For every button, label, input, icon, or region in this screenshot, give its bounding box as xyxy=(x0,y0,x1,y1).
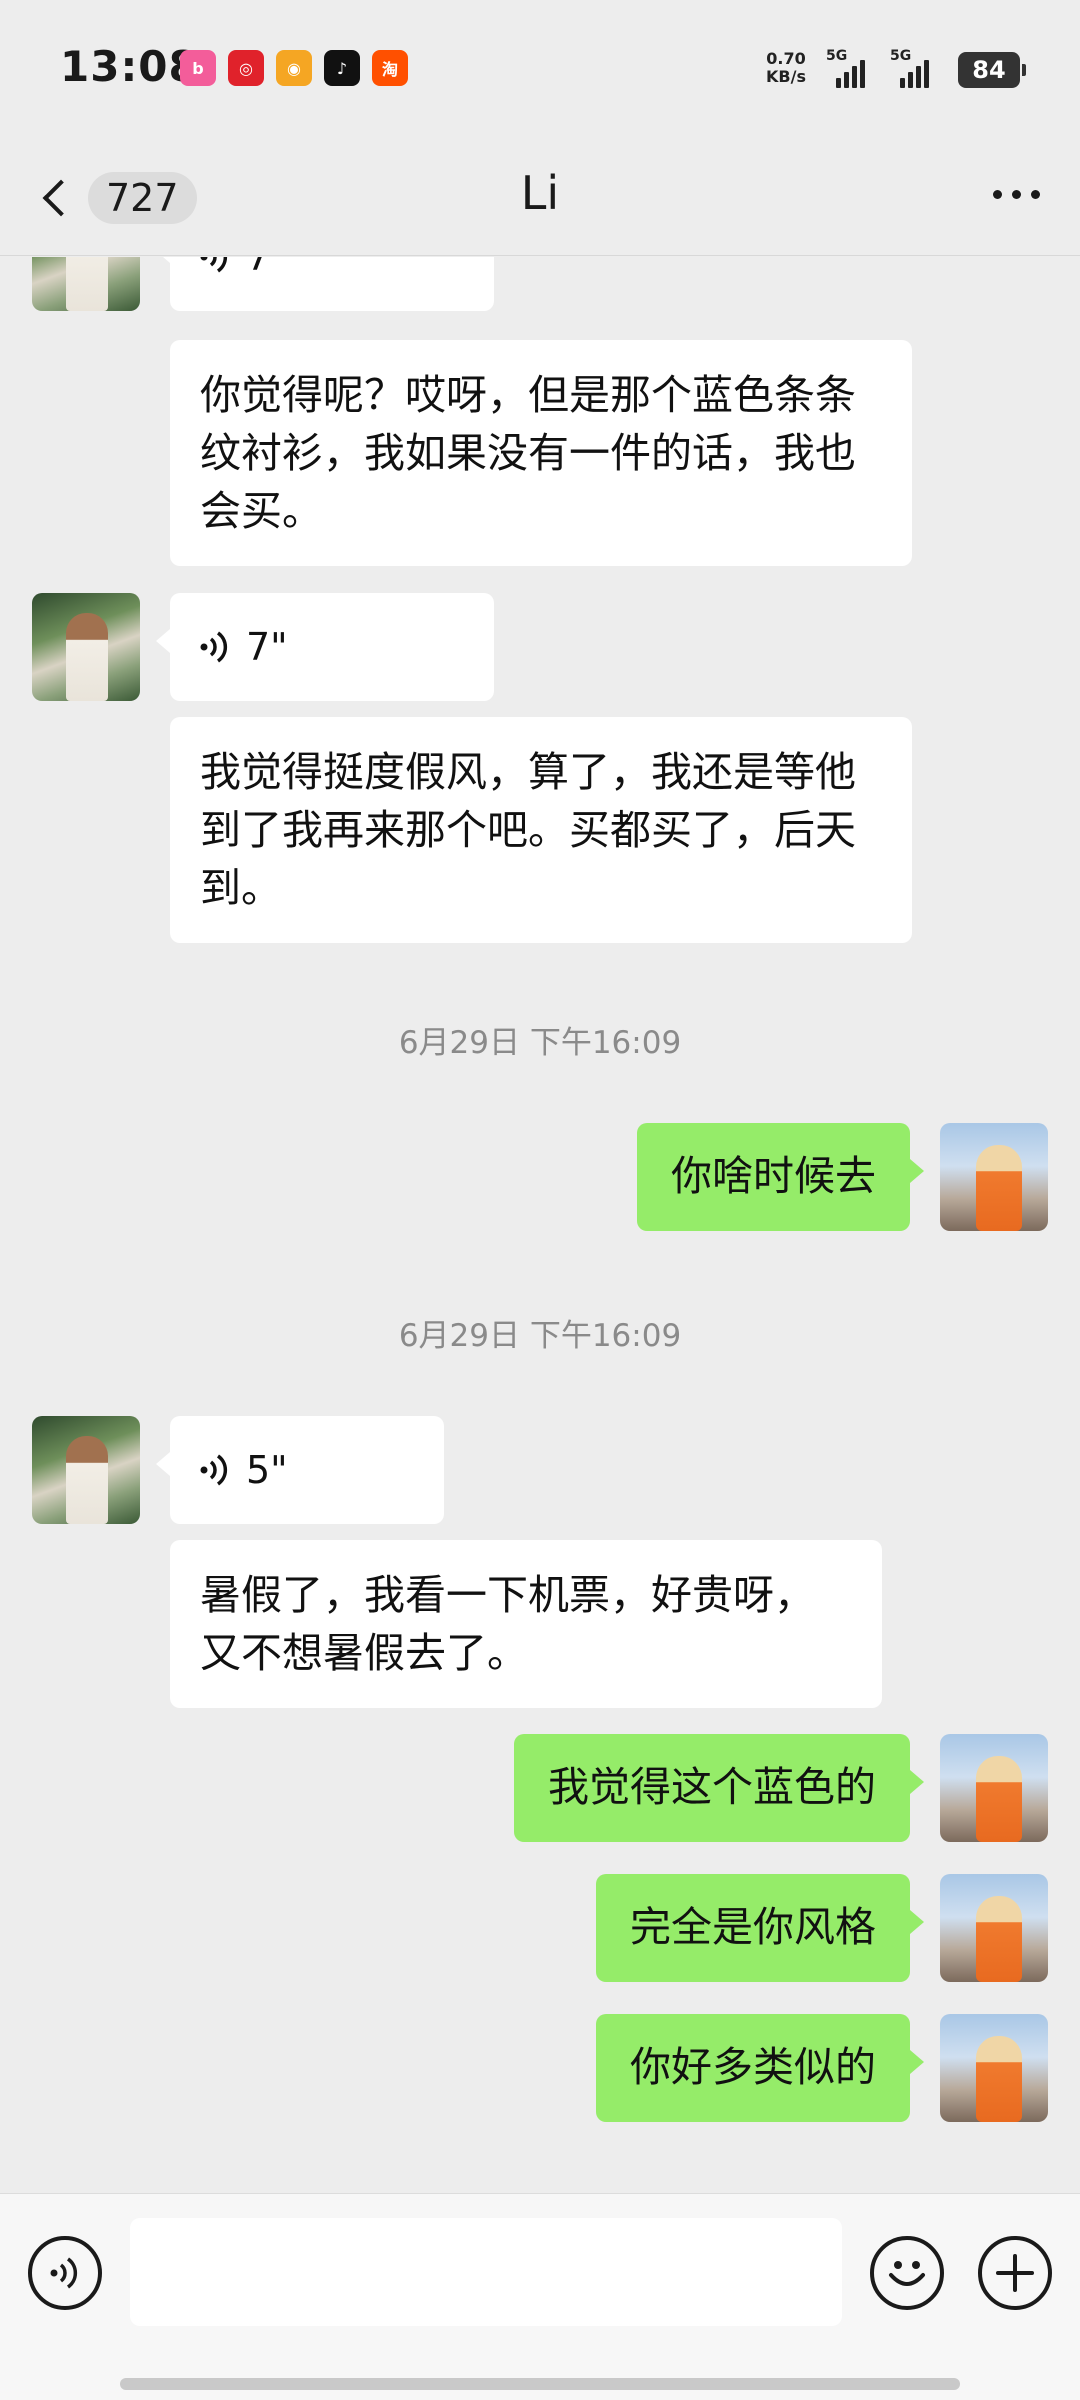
voice-wave-icon xyxy=(200,631,228,663)
sent-text-message[interactable]: 你啥时候去 xyxy=(637,1123,924,1231)
network-speed-value: 0.70 xyxy=(766,49,806,68)
voice-duration: 7" xyxy=(246,625,288,669)
signal-2-icon: 5G xyxy=(890,48,929,88)
chat-screen: 13:08 b ◎ ◉ ♪ 淘 0.70 KB/s 5G 5G 84 727 L… xyxy=(0,0,1080,2400)
signal-2-label: 5G xyxy=(890,48,912,64)
chat-title: Li xyxy=(520,166,560,220)
notification-icons: b ◎ ◉ ♪ 淘 xyxy=(180,50,408,86)
voice-input-icon xyxy=(50,2257,78,2289)
gesture-bar[interactable] xyxy=(120,2378,960,2390)
battery-icon: 84 xyxy=(958,52,1026,88)
received-text-message[interactable]: 暑假了，我看一下机票，好贵呀，又不想暑假去了。 xyxy=(170,1540,882,1708)
my-avatar[interactable] xyxy=(940,1734,1048,1842)
signal-1-label: 5G xyxy=(826,48,848,64)
received-text-message[interactable]: 我觉得挺度假风，算了，我还是等他到了我再来那个吧。买都买了，后天到。 xyxy=(170,717,912,943)
signal-1-icon: 5G xyxy=(826,48,865,88)
more-functions-button[interactable] xyxy=(978,2236,1052,2310)
voice-duration: 5" xyxy=(246,1448,288,1492)
status-time: 13:08 xyxy=(60,42,199,91)
more-options-button[interactable] xyxy=(993,190,1040,199)
voice-input-button[interactable] xyxy=(28,2236,102,2310)
voice-duration: 7" xyxy=(246,257,288,279)
tiktok-icon: ♪ xyxy=(324,50,360,86)
contact-avatar[interactable] xyxy=(32,593,140,701)
voice-message[interactable]: 7" xyxy=(156,593,494,701)
message-list[interactable]: 7" 你觉得呢？哎呀，但是那个蓝色条条纹衬衫，我如果没有一件的话，我也会买。 7… xyxy=(0,257,1080,2193)
network-speed-unit: KB/s xyxy=(766,67,806,86)
voice-wave-icon xyxy=(200,257,228,273)
sent-text-message[interactable]: 你好多类似的 xyxy=(596,2014,924,2122)
weibo-icon: ◉ xyxy=(276,50,312,86)
more-dot-icon xyxy=(993,190,1002,199)
received-text-message[interactable]: 你觉得呢？哎呀，但是那个蓝色条条纹衬衫，我如果没有一件的话，我也会买。 xyxy=(170,340,912,566)
status-bar: 13:08 b ◎ ◉ ♪ 淘 0.70 KB/s 5G 5G 84 xyxy=(0,0,1080,140)
my-avatar[interactable] xyxy=(940,1874,1048,1982)
chat-header: 727 Li xyxy=(0,140,1080,256)
bilibili-icon: b xyxy=(180,50,216,86)
netease-music-icon: ◎ xyxy=(228,50,264,86)
voice-message[interactable]: 5" xyxy=(156,1416,444,1524)
network-speed: 0.70 KB/s xyxy=(766,50,806,86)
message-timestamp: 6月29日 下午16:09 xyxy=(398,1025,682,1061)
voice-message[interactable]: 7" xyxy=(156,257,494,311)
my-avatar[interactable] xyxy=(940,1123,1048,1231)
taobao-icon: 淘 xyxy=(372,50,408,86)
more-dot-icon xyxy=(1012,190,1021,199)
voice-wave-icon xyxy=(200,1454,228,1486)
emoji-button[interactable] xyxy=(870,2236,944,2310)
sent-text-message[interactable]: 我觉得这个蓝色的 xyxy=(514,1734,924,1842)
more-dot-icon xyxy=(1031,190,1040,199)
message-timestamp: 6月29日 下午16:09 xyxy=(398,1318,682,1354)
message-input[interactable] xyxy=(130,2218,842,2326)
sent-text-message[interactable]: 完全是你风格 xyxy=(596,1874,924,1982)
contact-avatar[interactable] xyxy=(32,257,140,311)
input-bar xyxy=(0,2193,1080,2400)
my-avatar[interactable] xyxy=(940,2014,1048,2122)
emoji-icon xyxy=(889,2261,925,2286)
plus-icon xyxy=(996,2254,1034,2292)
contact-avatar[interactable] xyxy=(32,1416,140,1524)
